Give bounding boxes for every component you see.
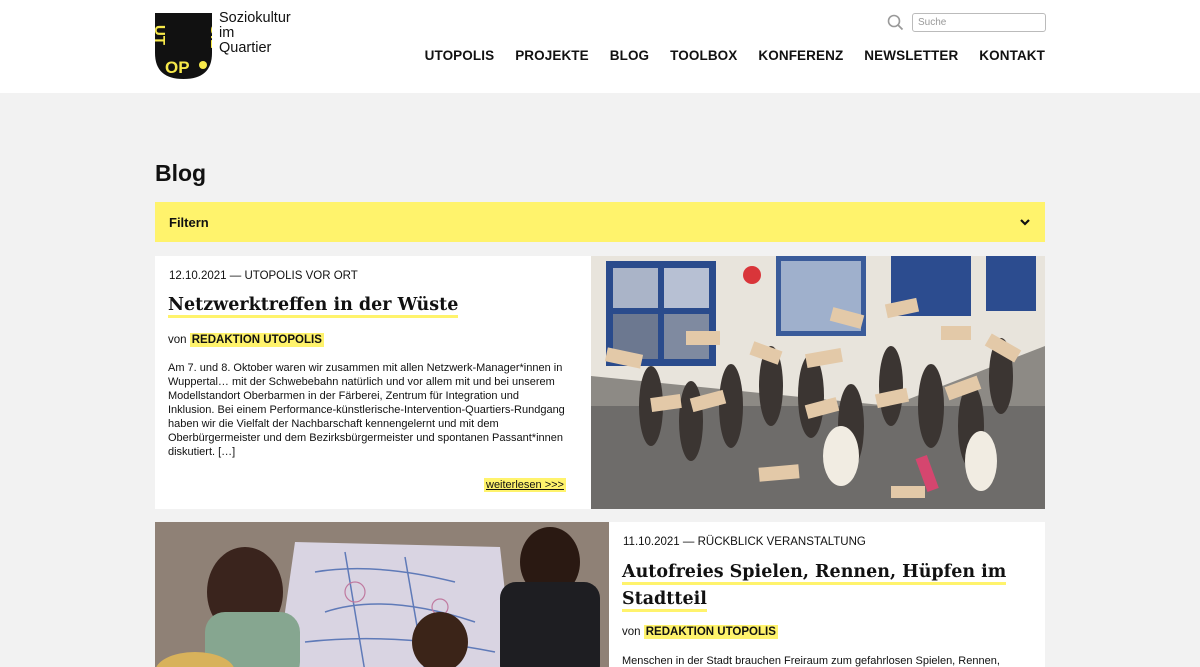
author-link[interactable]: REDAKTION UTOPOLIS [643,625,778,639]
blog-post-card: 11.10.2021 — RÜCKBLICK VERANSTALTUNG Aut… [609,522,1045,667]
svg-text:SIL: SIL [207,25,212,48]
author-link[interactable]: REDAKTION UTOPOLIS [189,333,324,347]
nav-item-projekte[interactable]: PROJEKTE [515,48,589,63]
post-title[interactable]: Autofreies Spielen, Rennen, Hüpfen im St… [622,559,1032,613]
post-author: von REDAKTION UTOPOLIS [622,625,778,639]
post-meta: 12.10.2021 — UTOPOLIS VOR ORT [169,270,358,282]
nav-item-toolbox[interactable]: TOOLBOX [670,48,737,63]
search-icon[interactable] [887,14,904,31]
nav-item-utopolis[interactable]: UTOPOLIS [425,48,495,63]
search-box [887,13,1047,33]
post-title-text[interactable]: Netzwerktreffen in der Wüste [168,295,459,318]
filter-label: Filtern [169,214,209,230]
site-header: UT OP SIL Soziokultur im Quartier UTOPOL… [0,0,1200,93]
nav-item-blog[interactable]: BLOG [610,48,649,63]
chevron-down-icon [1020,219,1030,226]
tagline-line-2: im [219,25,235,41]
post-title-text[interactable]: Autofreies Spielen, Rennen, Hüpfen im St… [622,562,1007,612]
main-nav: UTOPOLIS PROJEKTE BLOG TOOLBOX KONFERENZ… [404,48,1045,63]
post-excerpt: Menschen in der Stadt brauchen Freiraum … [622,655,1000,667]
kids-drawing-photo [155,522,609,667]
post-image-kids-drawing[interactable] [155,522,609,667]
post-excerpt: Am 7. und 8. Oktober waren wir zusammen … [168,362,565,458]
author-prefix: von [622,626,641,638]
post-title[interactable]: Netzwerktreffen in der Wüste [168,292,578,319]
read-more-link[interactable]: weiterlesen >>> [484,478,566,492]
post-meta: 11.10.2021 — RÜCKBLICK VERANSTALTUNG [623,536,866,548]
search-input[interactable] [912,13,1046,32]
blog-post-card: 12.10.2021 — UTOPOLIS VOR ORT Netzwerktr… [155,256,591,509]
post-author: von REDAKTION UTOPOLIS [168,333,324,347]
filter-toggle[interactable]: Filtern [155,202,1045,242]
nav-item-kontakt[interactable]: KONTAKT [979,48,1045,63]
author-prefix: von [168,334,187,346]
tagline-line-1: Soziokultur [219,10,291,26]
tagline-line-3: Quartier [219,40,272,56]
post-image-group-photo[interactable] [591,256,1045,509]
nav-item-newsletter[interactable]: NEWSLETTER [864,48,958,63]
svg-text:OP: OP [165,58,190,77]
group-photo [591,256,1045,509]
page-title: Blog [155,160,207,186]
nav-item-konferenz[interactable]: KONFERENZ [758,48,843,63]
utopolis-logo[interactable]: UT OP SIL [155,13,212,79]
svg-text:UT: UT [155,25,168,45]
brand-tagline: Soziokultur im Quartier [219,11,291,56]
